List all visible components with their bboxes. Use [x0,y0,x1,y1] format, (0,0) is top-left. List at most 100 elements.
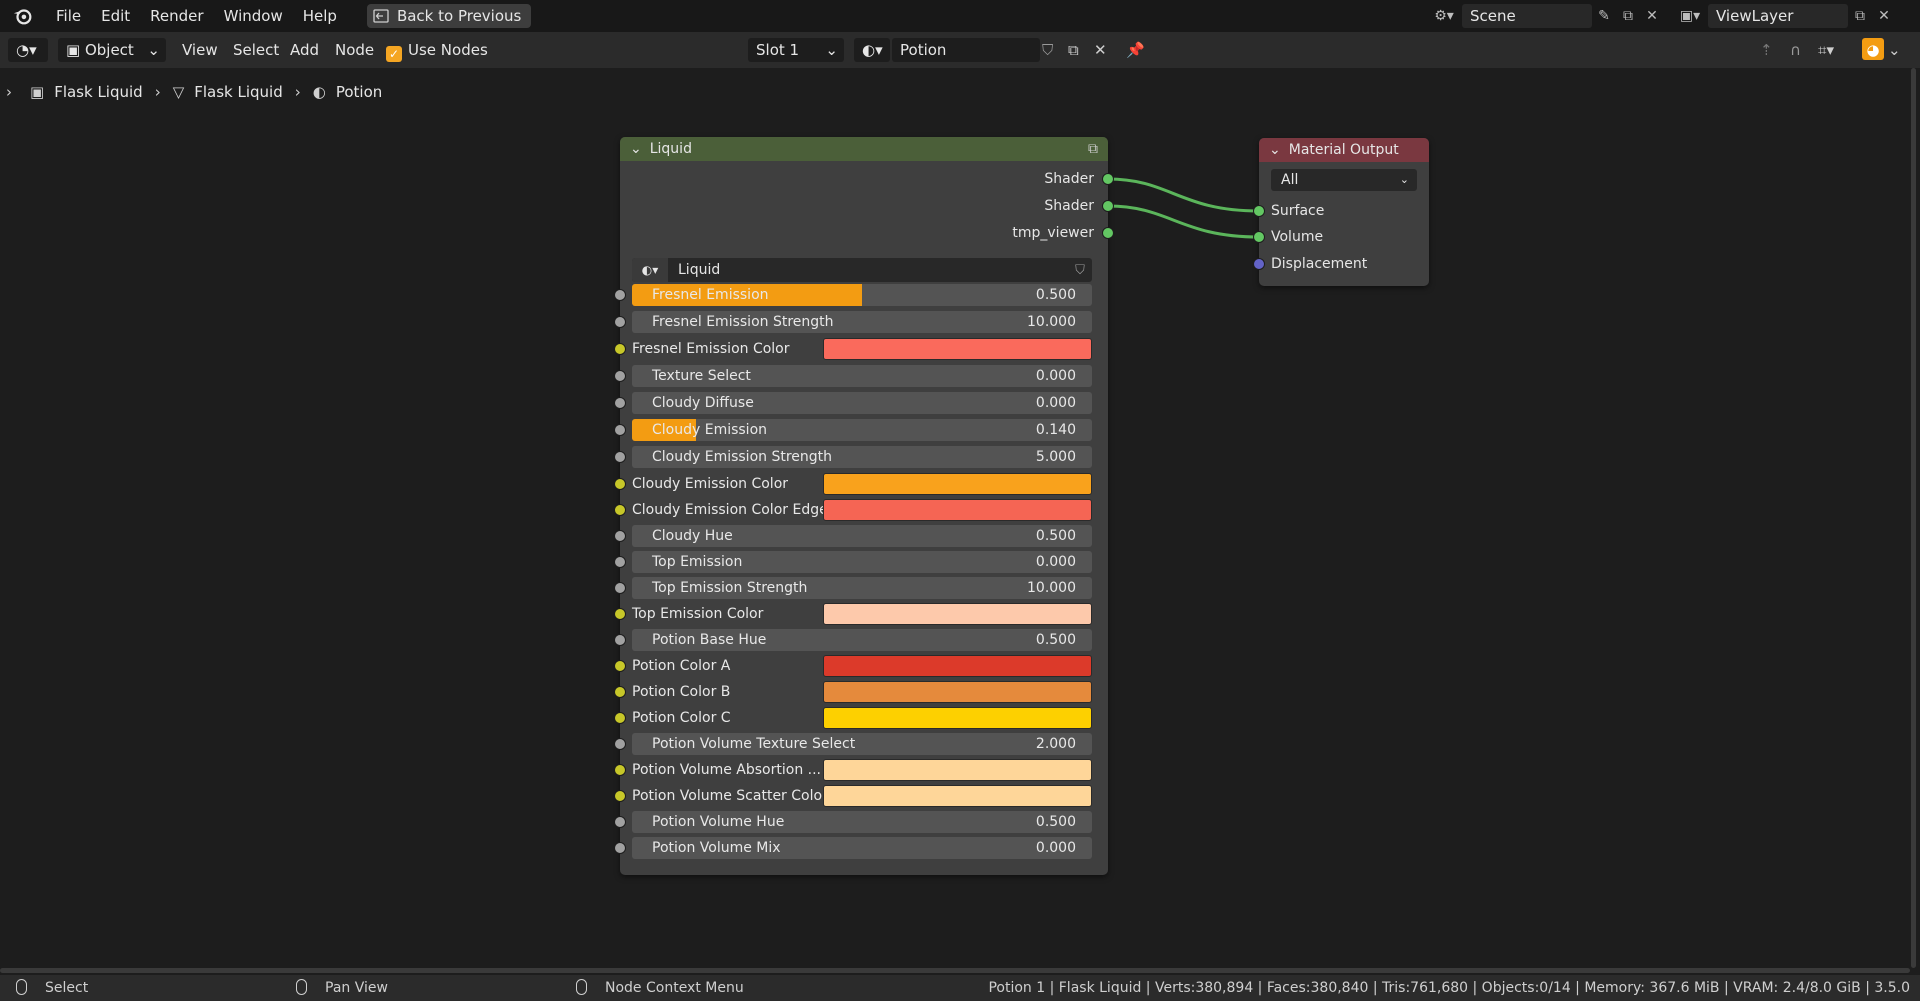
number-field[interactable]: Cloudy Emission Strength 5.000 [632,446,1092,468]
field-value: 10.000 [1027,580,1076,596]
node-group-icon[interactable]: ⧉ [1088,141,1098,157]
input-socket-14[interactable] [614,660,626,672]
surface-input: Surface [1271,203,1325,219]
material-output-header[interactable]: ⌄ Material Output [1259,138,1429,162]
collapse-chevron-icon[interactable]: ⌄ [630,141,642,157]
input-socket-9[interactable] [614,530,626,542]
input-row-7: Cloudy Emission Color [632,473,1092,495]
field-label: Potion Volume Texture Select [652,736,856,752]
number-field[interactable]: Cloudy Emission 0.140 [632,419,1092,441]
field-label: Fresnel Emission Strength [652,314,834,330]
color-swatch[interactable] [823,759,1092,781]
input-socket-17[interactable] [614,738,626,750]
vertical-scrollbar[interactable] [1911,68,1916,968]
tmp-viewer-output-socket[interactable] [1102,227,1114,239]
field-label: Potion Base Hue [652,632,767,648]
input-socket-2[interactable] [614,343,626,355]
input-socket-1[interactable] [614,316,626,328]
input-socket-19[interactable] [614,790,626,802]
output-shader-2: Shader [1044,195,1094,217]
field-value: 2.000 [1035,736,1076,752]
displacement-input-socket[interactable] [1253,258,1265,270]
collapse-chevron-icon[interactable]: ⌄ [1269,142,1281,158]
input-row-18: Potion Volume Absortion ... [632,759,1092,781]
number-field[interactable]: Top Emission 0.000 [632,551,1092,573]
input-row-5: Cloudy Emission 0.140 [632,419,1092,441]
number-field[interactable]: Fresnel Emission Strength 10.000 [632,311,1092,333]
output-label: Shader [1044,198,1094,214]
input-socket-5[interactable] [614,424,626,436]
number-field[interactable]: Potion Volume Hue 0.500 [632,811,1092,833]
color-swatch[interactable] [823,655,1092,677]
number-field[interactable]: Potion Base Hue 0.500 [632,629,1092,651]
field-value: 0.500 [1035,287,1076,303]
color-swatch[interactable] [823,499,1092,521]
input-socket-20[interactable] [614,816,626,828]
color-swatch[interactable] [823,785,1092,807]
field-label: Cloudy Emission Strength [652,449,833,465]
input-socket-3[interactable] [614,370,626,382]
output-label: Shader [1044,171,1094,187]
render-target-dropdown[interactable]: All ⌄ [1271,169,1417,191]
fake-user-icon[interactable]: ⛉ [1068,263,1092,278]
color-swatch[interactable] [823,707,1092,729]
input-socket-11[interactable] [614,582,626,594]
input-socket-10[interactable] [614,556,626,568]
input-row-3: Texture Select 0.000 [632,365,1092,387]
surface-input-socket[interactable] [1253,205,1265,217]
number-field[interactable]: Cloudy Hue 0.500 [632,525,1092,547]
input-row-12: Top Emission Color [632,603,1092,625]
volume-input-socket[interactable] [1253,231,1265,243]
input-socket-18[interactable] [614,764,626,776]
color-swatch[interactable] [823,473,1092,495]
color-label: Cloudy Emission Color [632,476,789,492]
mouse-left-icon [16,979,27,995]
input-socket-12[interactable] [614,608,626,620]
input-socket-8[interactable] [614,504,626,516]
number-field[interactable]: Cloudy Diffuse 0.000 [632,392,1092,414]
material-output-node[interactable]: ⌄ Material Output All ⌄ Surface Volume D… [1253,138,1429,286]
node-group-selector[interactable]: ◐▾ Liquid ⛉ [632,258,1092,282]
input-socket-0[interactable] [614,289,626,301]
status-context-label: Node Context Menu [605,980,744,996]
input-socket-7[interactable] [614,478,626,490]
color-label: Potion Color C [632,710,731,726]
field-label: Potion Volume Hue [652,814,785,830]
liquid-group-node[interactable]: ⌄ Liquid ⧉ Shader Shader tmp_viewer ◐▾ L… [614,137,1114,875]
color-label: Fresnel Emission Color [632,341,790,357]
input-row-11: Top Emission Strength 10.000 [632,577,1092,599]
input-socket-13[interactable] [614,634,626,646]
liquid-node-header[interactable]: ⌄ Liquid ⧉ [620,137,1108,161]
node-tree-browse-icon[interactable]: ◐▾ [632,258,668,282]
number-field[interactable]: Top Emission Strength 10.000 [632,577,1092,599]
shader-output-socket[interactable] [1102,173,1114,185]
color-swatch[interactable] [823,681,1092,703]
status-pan-label: Pan View [325,980,388,996]
number-field[interactable]: Potion Volume Texture Select 2.000 [632,733,1092,755]
number-field[interactable]: Texture Select 0.000 [632,365,1092,387]
horizontal-scrollbar[interactable] [0,968,1910,973]
input-socket-16[interactable] [614,712,626,724]
input-row-2: Fresnel Emission Color [632,338,1092,360]
field-label: Top Emission [652,554,743,570]
input-row-19: Potion Volume Scatter Color [632,785,1092,807]
color-swatch[interactable] [823,603,1092,625]
input-socket-21[interactable] [614,842,626,854]
input-row-0: Fresnel Emission 0.500 [632,284,1092,306]
shader-output-socket[interactable] [1102,200,1114,212]
input-socket-6[interactable] [614,451,626,463]
field-value: 0.000 [1035,840,1076,856]
input-row-13: Potion Base Hue 0.500 [632,629,1092,651]
color-label: Potion Color A [632,658,731,674]
number-field[interactable]: Potion Volume Mix 0.000 [632,837,1092,859]
input-row-1: Fresnel Emission Strength 10.000 [632,311,1092,333]
input-socket-15[interactable] [614,686,626,698]
node-group-name[interactable]: Liquid [668,262,1068,278]
number-field[interactable]: Fresnel Emission 0.500 [632,284,1092,306]
output-tmp-viewer: tmp_viewer [1012,222,1094,244]
field-value: 0.500 [1035,528,1076,544]
input-socket-4[interactable] [614,397,626,409]
field-label: Texture Select [652,368,751,384]
color-swatch[interactable] [823,338,1092,360]
input-row-8: Cloudy Emission Color Edge [632,499,1092,521]
